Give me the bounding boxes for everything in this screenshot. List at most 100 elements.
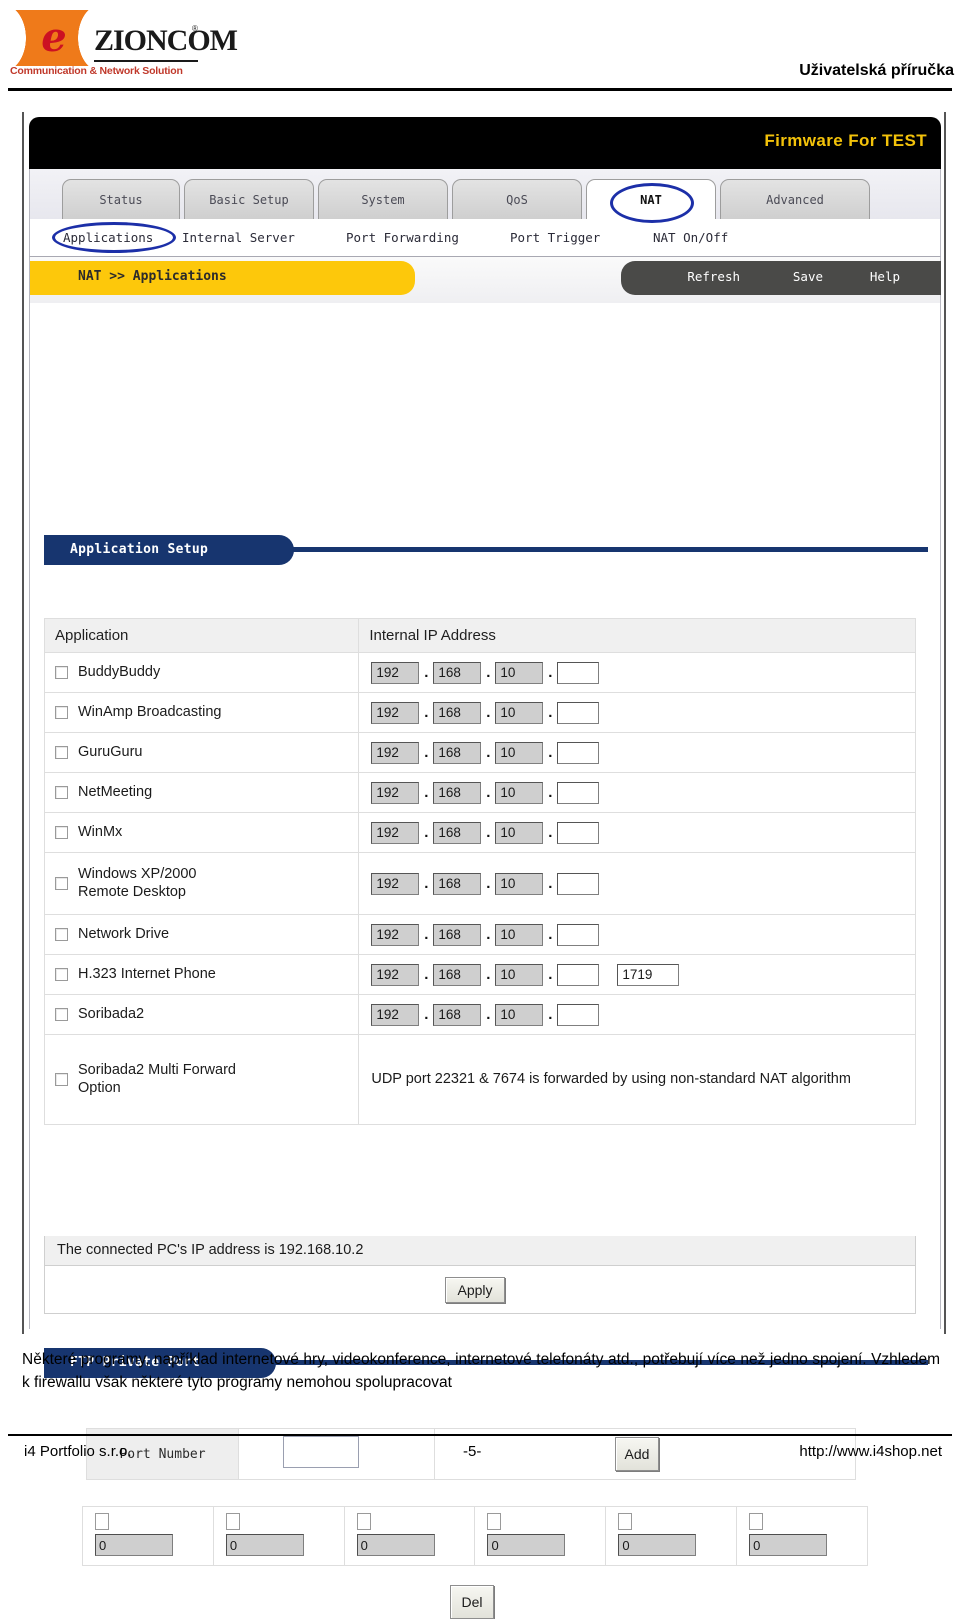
ip-octet-1[interactable]: 192 [371,661,420,684]
tab-qos[interactable]: QoS [452,179,582,219]
ip-octet-1[interactable]: 192 [371,781,420,804]
row-checkbox-winamp-broadcasting[interactable] [55,705,68,719]
port-checkbox-5[interactable] [618,1513,633,1530]
ip-octet-2[interactable]: 168 [433,923,482,946]
row-checkbox-winmx[interactable] [55,825,68,839]
ip-octet-3[interactable]: 10 [495,781,544,804]
del-button[interactable]: Del [450,1585,494,1619]
ip-octet-1[interactable]: 192 [371,1003,420,1026]
ip-octet-4[interactable] [557,701,600,724]
footer-page-number: -5- [463,1443,482,1460]
row-checkbox-network-drive[interactable] [55,927,68,941]
ip-dot: . [486,875,491,892]
app-label: Soribada2 Multi Forward Option [78,1062,236,1096]
ip-octet-3[interactable]: 10 [495,923,544,946]
tab-system[interactable]: System [318,179,448,219]
ip-octet-1[interactable]: 192 [371,923,420,946]
ip-octet-4[interactable] [557,963,600,986]
port-value-3[interactable]: 0 [356,1534,435,1556]
ip-octet-3[interactable]: 10 [495,701,544,724]
col-header-application: Application [43,618,360,653]
tab-status[interactable]: Status [62,179,180,219]
section-application-setup: Application Setup [44,535,928,565]
row-checkbox-buddybuddy[interactable] [55,665,68,679]
footer-company: i4 Portfolio s.r.o. [24,1443,132,1460]
logo-letter-e: e [41,14,67,61]
save-button[interactable]: Save [793,269,823,285]
port-grid-row: 0 0 0 0 0 0 [82,1506,868,1566]
refresh-button[interactable]: Refresh [687,269,740,285]
footer-website[interactable]: http://www.i4shop.net [799,1443,942,1460]
port-checkbox-3[interactable] [356,1513,371,1530]
port-checkbox-6[interactable] [749,1513,764,1530]
ip-octet-3[interactable]: 10 [495,963,544,986]
ip-dot: . [548,966,553,983]
row-checkbox-h323-internet-phone[interactable] [55,967,68,981]
app-label: Network Drive [78,925,170,942]
row-checkbox-windows-remote-desktop[interactable] [55,877,68,890]
port-value-1[interactable]: 0 [95,1534,173,1556]
ip-cell: 192. 168. 10. [358,994,916,1035]
subtab-port-forwarding[interactable]: Port Forwarding [346,227,459,249]
port-checkbox-1[interactable] [95,1513,109,1530]
port-cell: 0 [343,1506,476,1566]
row-checkbox-guruguru[interactable] [55,745,68,759]
tab-nat[interactable]: NAT [586,179,716,219]
row-checkbox-soribada2[interactable] [55,1007,68,1021]
subtab-applications[interactable]: Applications [63,227,153,249]
subtab-internal-server[interactable]: Internal Server [182,227,295,249]
ip-dot: . [424,966,429,983]
ip-octet-2[interactable]: 168 [433,661,482,684]
ip-octet-2[interactable]: 168 [433,781,482,804]
ip-octet-4[interactable] [557,872,600,895]
ip-octet-3[interactable]: 10 [495,741,544,764]
ip-octet-1[interactable]: 192 [371,963,420,986]
subtab-port-trigger[interactable]: Port Trigger [510,227,600,249]
footer-divider [8,1434,952,1436]
h323-port-input[interactable]: 1719 [617,963,680,986]
header-divider [8,88,952,91]
row-checkbox-soribada2-multi-forward[interactable] [55,1073,68,1086]
ip-octet-1[interactable]: 192 [371,821,420,844]
port-cell: 0 [82,1506,214,1566]
port-value-5[interactable]: 0 [618,1534,697,1556]
table-header-row: Application Internal IP Address [43,618,916,653]
ip-octet-2[interactable]: 168 [433,741,482,764]
port-value-2[interactable]: 0 [225,1534,304,1556]
ip-octet-2[interactable]: 168 [433,701,482,724]
tab-basic-setup[interactable]: Basic Setup [184,179,314,219]
ip-dot: . [424,1006,429,1023]
ip-octet-4[interactable] [557,1003,600,1026]
ip-octet-2[interactable]: 168 [433,1003,482,1026]
ip-dot: . [424,784,429,801]
breadcrumb-toolbar-row: NAT >> Applications Refresh Save Help [29,257,941,303]
help-button[interactable]: Help [870,269,900,285]
ip-octet-3[interactable]: 10 [495,661,544,684]
port-checkbox-4[interactable] [487,1513,502,1530]
apply-button[interactable]: Apply [445,1277,505,1303]
ip-octet-1[interactable]: 192 [371,701,420,724]
ip-octet-2[interactable]: 168 [433,821,482,844]
ip-octet-4[interactable] [557,661,600,684]
ip-octet-1[interactable]: 192 [371,872,420,895]
tab-advanced[interactable]: Advanced [720,179,870,219]
port-checkbox-2[interactable] [225,1513,240,1530]
ip-octet-4[interactable] [557,781,600,804]
row-checkbox-netmeeting[interactable] [55,785,68,799]
ip-octet-2[interactable]: 168 [433,872,482,895]
ip-octet-3[interactable]: 10 [495,872,544,895]
ip-octet-4[interactable] [557,821,600,844]
logo-wordmark: ZIONCOM [94,24,238,57]
ip-octet-2[interactable]: 168 [433,963,482,986]
port-value-6[interactable]: 0 [749,1534,828,1556]
ip-octet-4[interactable] [557,923,600,946]
subtab-nat-onoff[interactable]: NAT On/Off [653,227,728,249]
ip-dot: . [486,966,491,983]
ip-octet-3[interactable]: 10 [495,1003,544,1026]
ip-cell: 192. 168. 10. [358,772,916,813]
ip-dot: . [548,784,553,801]
ip-octet-1[interactable]: 192 [371,741,420,764]
ip-octet-4[interactable] [557,741,600,764]
port-value-4[interactable]: 0 [487,1534,566,1556]
ip-octet-3[interactable]: 10 [495,821,544,844]
